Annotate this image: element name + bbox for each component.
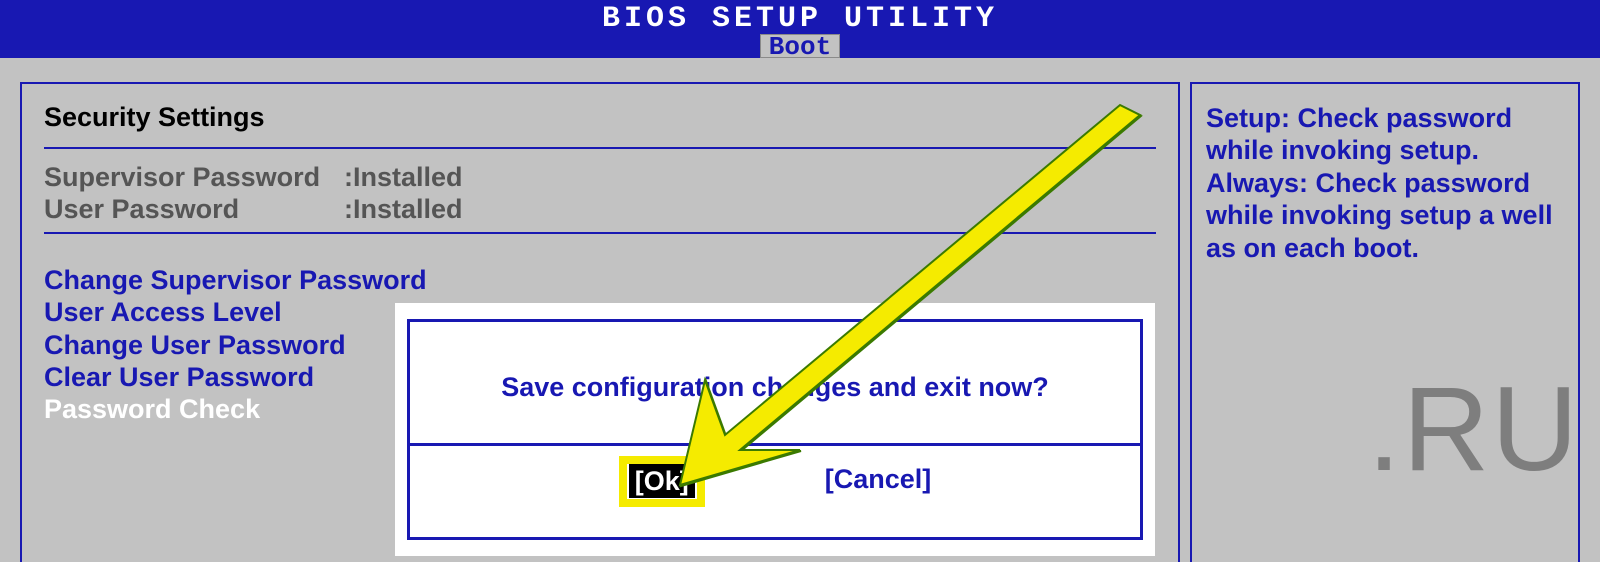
tab-boot[interactable]: Boot [760,34,840,58]
divider [44,147,1156,149]
help-panel: Setup: Check password while invoking set… [1190,82,1580,562]
status-label: Supervisor Password [44,161,344,193]
help-text: Setup: Check password while invoking set… [1206,102,1564,264]
divider [44,232,1156,234]
status-supervisor-password: Supervisor Password :Installed [44,161,1156,193]
dialog-message: Save configuration changes and exit now? [410,322,1140,443]
cancel-button[interactable]: [Cancel] [825,464,932,515]
confirm-dialog: Save configuration changes and exit now?… [395,303,1155,556]
status-value: :Installed [344,193,463,225]
menu-change-supervisor-password[interactable]: Change Supervisor Password [44,264,1156,296]
tab-bar: Boot [0,34,1600,58]
bios-header: BIOS SETUP UTILITY Boot [0,0,1600,58]
status-user-password: User Password :Installed [44,193,1156,225]
status-label: User Password [44,193,344,225]
bios-title: BIOS SETUP UTILITY [0,0,1600,36]
dialog-buttons: [Ok] [Cancel] [410,446,1140,537]
ok-button[interactable]: [Ok] [629,464,695,498]
status-value: :Installed [344,161,463,193]
ok-button-highlight: [Ok] [619,456,705,507]
section-title: Security Settings [44,102,1156,133]
